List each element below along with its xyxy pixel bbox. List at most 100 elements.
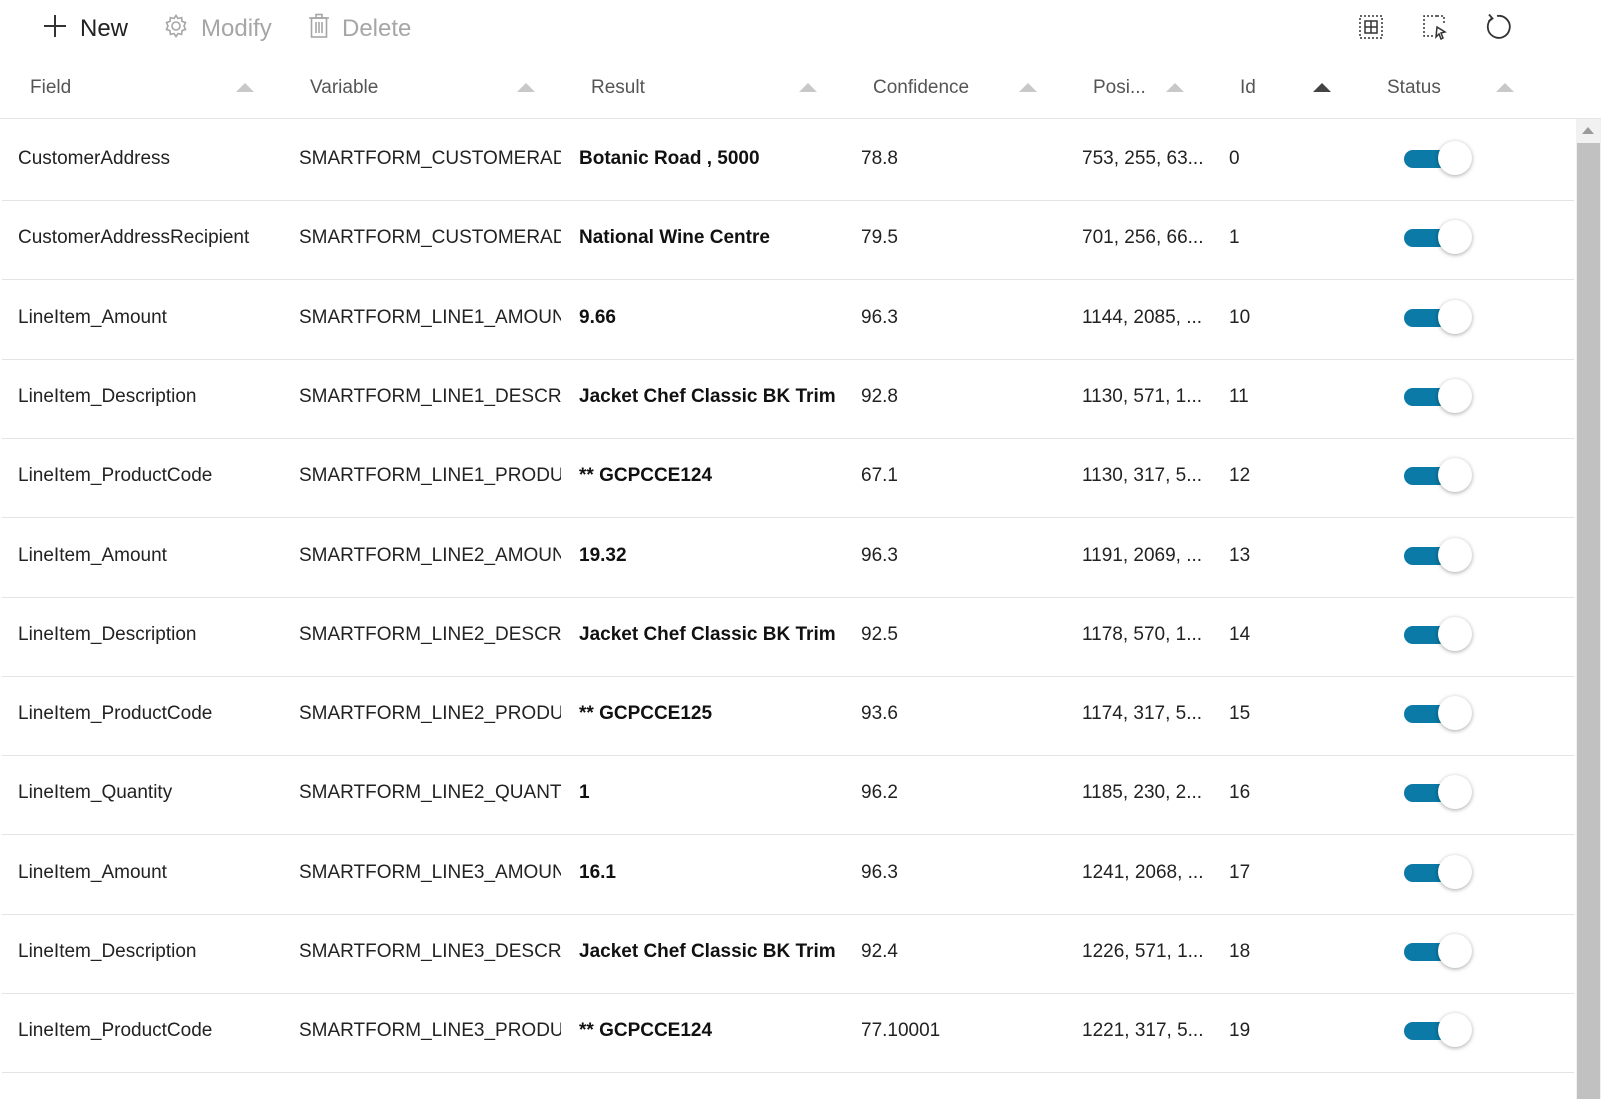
delete-button[interactable]: Delete (308, 10, 411, 48)
cell-field: CustomerAddress (18, 148, 171, 169)
cell-result: 1 (579, 782, 590, 804)
cell-id: 10 (1229, 306, 1251, 328)
cell-field: LineItem_Amount (18, 306, 167, 328)
toggle-knob (1438, 696, 1472, 731)
status-toggle[interactable] (1404, 378, 1476, 415)
cell-confidence: 96.2 (861, 782, 898, 804)
toolbar: New Modify Delete (0, 0, 1601, 58)
table-row[interactable]: LineItem_Description SMARTFORM_LINE2_DESC… (2, 595, 1574, 677)
cell-id: 14 (1229, 623, 1251, 645)
column-header-confidence[interactable]: Confidence (873, 58, 969, 118)
toggle-knob (1438, 220, 1472, 255)
table-row[interactable]: LineItem_ProductCode SMARTFORM_LINE2_PROD… (2, 674, 1574, 757)
table-row[interactable]: LineItem_Description SMARTFORM_LINE1_DESC… (2, 357, 1574, 439)
toggle-knob (1438, 616, 1472, 651)
table-row[interactable]: LineItem_ProductCode SMARTFORM_LINE3_PROD… (2, 991, 1574, 1074)
grid-view-button[interactable] (1354, 12, 1388, 46)
vertical-scrollbar[interactable] (1576, 119, 1601, 1099)
cell-confidence: 92.4 (861, 941, 898, 962)
status-toggle[interactable] (1404, 458, 1476, 494)
status-toggle[interactable] (1404, 1013, 1476, 1049)
modify-button[interactable]: Modify (163, 10, 272, 48)
toggle-knob (1438, 458, 1472, 493)
toggle-knob (1438, 537, 1472, 572)
modify-button-label: Modify (201, 15, 272, 42)
sort-status-icon[interactable] (1496, 83, 1514, 92)
table-row[interactable]: CustomerAddress SMARTFORM_CUSTOMERAD... Bo… (2, 119, 1574, 201)
cell-id: 19 (1229, 1020, 1251, 1042)
cell-result: ** GCPCCE124 (579, 465, 713, 487)
cell-position: 1191, 2069, ... (1082, 544, 1203, 566)
table-row[interactable]: LineItem_Quantity SMARTFORM_LINE2_QUANT..… (2, 753, 1574, 836)
cell-variable: SMARTFORM_LINE3_AMOUNT (299, 861, 561, 883)
table-row[interactable]: LineItem_Amount SMARTFORM_LINE1_AMOUNT 9.6… (2, 278, 1574, 360)
cell-result: ** GCPCCE125 (579, 703, 713, 725)
column-header-id[interactable]: Id (1240, 58, 1256, 118)
column-label-confidence: Confidence (873, 77, 970, 98)
cell-variable: SMARTFORM_LINE3_PRODU... (299, 1020, 561, 1042)
scroll-thumb[interactable] (1577, 143, 1600, 1099)
plus-icon (42, 13, 68, 46)
table-body: CustomerAddress SMARTFORM_CUSTOMERAD... Bo… (0, 119, 1574, 1099)
column-header-variable[interactable]: Variable (310, 58, 378, 118)
refresh-button[interactable] (1480, 12, 1514, 46)
cell-position: 1130, 571, 1... (1082, 385, 1203, 407)
column-label-variable: Variable (310, 77, 379, 98)
table-row[interactable]: LineItem_Description SMARTFORM_LINE3_DESC… (2, 912, 1574, 994)
cell-field: LineItem_ProductCode (18, 703, 213, 725)
cell-field: LineItem_ProductCode (18, 1020, 213, 1042)
sort-result-icon[interactable] (799, 83, 817, 92)
column-header-status[interactable]: Status (1387, 58, 1441, 118)
sort-field-icon[interactable] (236, 83, 254, 92)
table-row[interactable]: LineItem_ProductCode SMARTFORM_LINE1_PROD… (2, 436, 1574, 519)
cell-confidence: 79.5 (861, 227, 898, 249)
toggle-knob (1438, 141, 1472, 175)
column-label-id: Id (1240, 77, 1256, 98)
table-row[interactable]: CustomerAddressRecipient SMARTFORM_CUSTOM… (2, 198, 1574, 281)
new-button[interactable]: New (42, 10, 128, 48)
grid-view-icon (1358, 14, 1384, 45)
table-header: Field Variable Result Confidence Posi...… (0, 58, 1601, 119)
status-toggle[interactable] (1404, 220, 1476, 256)
cell-position: 1144, 2085, ... (1082, 306, 1203, 328)
status-toggle[interactable] (1404, 616, 1476, 653)
table-row[interactable]: LineItem_Amount SMARTFORM_LINE2_AMOUNT 19.… (2, 516, 1574, 598)
status-toggle[interactable] (1404, 299, 1476, 336)
selection-button[interactable] (1418, 12, 1452, 46)
column-header-position[interactable]: Posi... (1093, 58, 1146, 118)
cell-field: LineItem_Amount (18, 544, 167, 566)
cell-variable: SMARTFORM_CUSTOMERAD... (299, 148, 561, 169)
cell-id: 0 (1229, 148, 1240, 169)
table-row[interactable]: LineItem_Amount SMARTFORM_LINE3_AMOUNT 16.… (2, 833, 1574, 915)
cell-result: Jacket Chef Classic BK Trim S... (579, 623, 841, 645)
cell-field: LineItem_Description (18, 623, 197, 645)
trash-icon (308, 13, 330, 46)
sort-variable-icon[interactable] (517, 83, 535, 92)
selection-icon (1422, 14, 1448, 45)
status-toggle[interactable] (1404, 775, 1476, 811)
status-toggle[interactable] (1404, 537, 1476, 574)
cell-result: Jacket Chef Classic BK Trim L... (579, 385, 841, 407)
cell-position: 753, 255, 63... (1082, 148, 1204, 169)
sort-confidence-icon[interactable] (1019, 83, 1037, 92)
cell-confidence: 96.3 (861, 861, 898, 883)
status-toggle[interactable] (1404, 934, 1476, 970)
cell-id: 17 (1229, 861, 1251, 883)
status-toggle[interactable] (1404, 854, 1476, 891)
column-header-result[interactable]: Result (591, 58, 645, 118)
cell-field: CustomerAddressRecipient (18, 227, 250, 249)
cell-id: 16 (1229, 782, 1251, 804)
sort-position-icon[interactable] (1166, 83, 1184, 92)
scroll-up-arrow-icon[interactable] (1582, 127, 1594, 134)
cell-variable: SMARTFORM_LINE1_DESCRI... (299, 385, 561, 407)
cell-id: 13 (1229, 544, 1251, 566)
cell-confidence: 96.3 (861, 544, 898, 566)
status-toggle[interactable] (1404, 141, 1476, 177)
status-toggle[interactable] (1404, 696, 1476, 732)
cell-position: 1130, 317, 5... (1082, 465, 1203, 487)
cell-variable: SMARTFORM_LINE2_QUANT... (299, 782, 561, 804)
cell-position: 1185, 230, 2... (1082, 782, 1203, 804)
column-header-field[interactable]: Field (30, 58, 71, 118)
sort-id-icon[interactable] (1313, 83, 1331, 92)
cell-result: 9.66 (579, 306, 616, 328)
